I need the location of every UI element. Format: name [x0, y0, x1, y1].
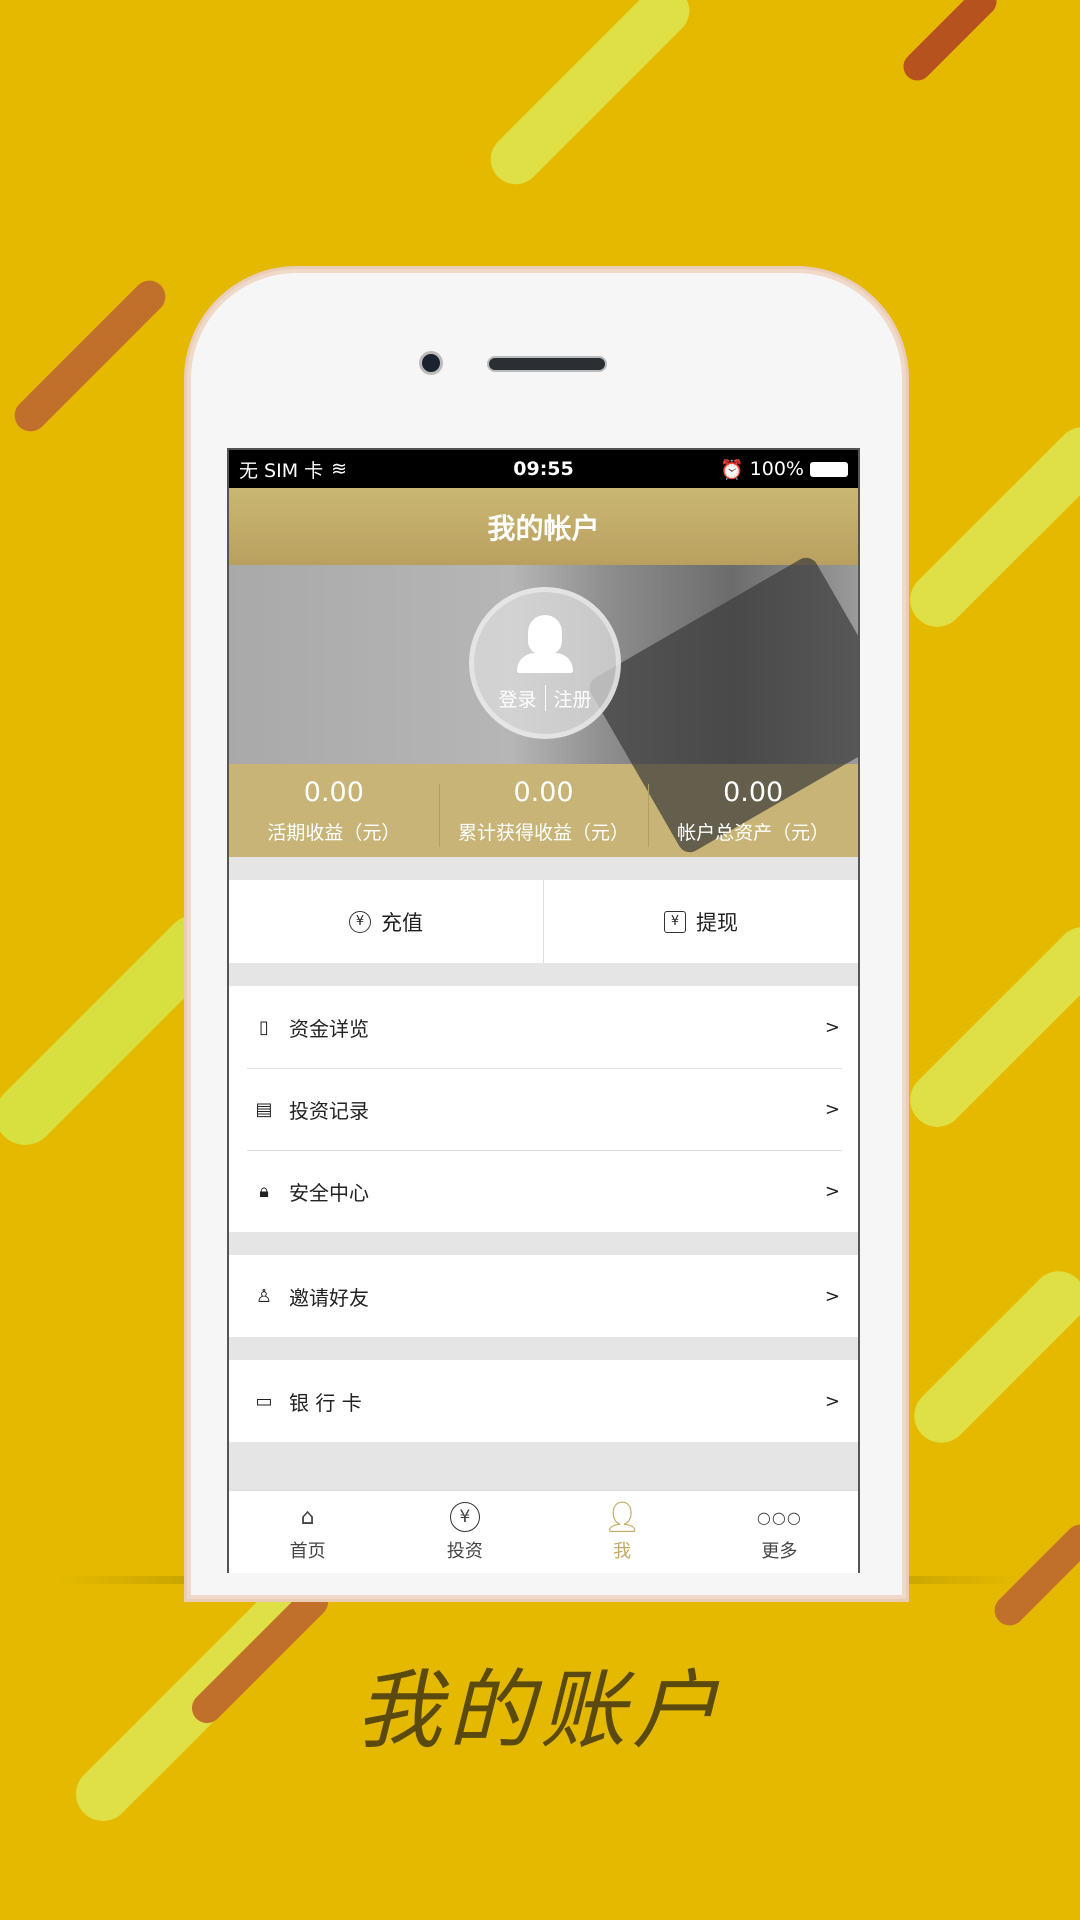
stat-label: 帐户总资产（元）	[677, 821, 830, 844]
menu-label: 投资记录	[289, 1098, 369, 1123]
menu-item-fund-overview[interactable]: ▯ 资金详览 >	[229, 986, 858, 1068]
user-icon	[528, 614, 562, 655]
stat-value: 0.00	[723, 776, 784, 808]
book-icon: ▯	[259, 1016, 269, 1038]
yen-square-icon: ¥	[664, 910, 686, 933]
stat-value: 0.00	[513, 776, 574, 808]
decor-stripe	[898, 915, 1080, 1139]
yen-icon: ¥	[449, 1501, 480, 1533]
divider	[544, 685, 546, 711]
stat-total-income: 0.00 累计获得收益（元）	[438, 764, 649, 857]
stat-label: 活期收益（元）	[267, 821, 401, 844]
speaker-grille	[487, 356, 607, 372]
user-icon: 👤︎	[603, 1499, 642, 1535]
person-icon: ♙	[255, 1285, 273, 1307]
decor-stripe	[988, 1518, 1080, 1632]
chevron-right-icon: >	[824, 1180, 840, 1202]
tab-home[interactable]: ⌂ 首页	[229, 1491, 386, 1573]
chevron-right-icon: >	[824, 1016, 840, 1038]
card-icon: ▭	[255, 1390, 273, 1412]
menu-label: 资金详览	[289, 1016, 369, 1041]
register-link[interactable]: 注册	[554, 685, 592, 712]
decor-stripe	[903, 1260, 1080, 1454]
stat-total-assets: 0.00 帐户总资产（元）	[648, 764, 858, 857]
camera-icon	[419, 351, 443, 375]
page-title: 我的帐户	[229, 488, 858, 565]
status-bar: 无 SIM 卡 ≋ 09:55 ⏰ 100%	[229, 450, 858, 488]
chevron-right-icon: >	[824, 1285, 840, 1307]
chevron-right-icon: >	[824, 1390, 840, 1412]
withdraw-button[interactable]: ¥ 提现	[543, 880, 858, 963]
home-icon: ⌂	[300, 1504, 315, 1530]
more-icon: ○○○	[756, 1507, 802, 1527]
tab-label: 投资	[446, 1541, 483, 1562]
menu-item-bank-card[interactable]: ▭ 银 行 卡 >	[229, 1360, 858, 1442]
menu-label: 银 行 卡	[289, 1390, 362, 1415]
recharge-button[interactable]: ¥ 充值	[229, 880, 543, 963]
avatar[interactable]: 登录 注册	[469, 587, 621, 739]
yen-circle-icon: ¥	[349, 910, 371, 933]
record-icon: ▤	[255, 1098, 273, 1120]
decor-stripe	[7, 273, 173, 439]
tab-label: 更多	[761, 1541, 798, 1562]
profile-banner: 登录 注册	[229, 553, 858, 857]
stat-label: 累计获得收益（元）	[458, 821, 630, 844]
tab-label: 我	[613, 1541, 632, 1562]
tab-me[interactable]: 👤︎ 我	[544, 1491, 701, 1573]
app-screen: 无 SIM 卡 ≋ 09:55 ⏰ 100% 我的帐户 登录 注册 0.00 活期…	[227, 448, 860, 1573]
promo-caption: 我的账户	[356, 1661, 724, 1761]
lock-icon: 🔒︎	[259, 1180, 269, 1202]
menu-group: ♙ 邀请好友 >	[229, 1255, 858, 1337]
stats-bar: 0.00 活期收益（元） 0.00 累计获得收益（元） 0.00 帐户总资产（元）	[229, 764, 858, 857]
stat-current-income: 0.00 活期收益（元）	[229, 764, 439, 857]
tab-more[interactable]: ○○○ 更多	[701, 1491, 858, 1573]
menu-item-security-center[interactable]: 🔒︎ 安全中心 >	[229, 1150, 858, 1232]
user-icon-body	[517, 652, 573, 673]
menu-item-investment-records[interactable]: ▤ 投资记录 >	[229, 1068, 858, 1150]
recharge-label: 充值	[381, 910, 423, 935]
clock: 09:55	[513, 458, 574, 480]
tab-invest[interactable]: ¥ 投资	[386, 1491, 543, 1573]
tab-bar: ⌂ 首页 ¥ 投资 👤︎ 我 ○○○ 更多	[229, 1490, 858, 1573]
menu-item-invite-friends[interactable]: ♙ 邀请好友 >	[229, 1255, 858, 1337]
withdraw-label: 提现	[696, 910, 738, 935]
chevron-right-icon: >	[824, 1098, 840, 1120]
stat-value: 0.00	[303, 776, 364, 808]
login-link[interactable]: 登录	[498, 685, 536, 712]
decor-stripe	[897, 0, 1003, 87]
menu-label: 安全中心	[289, 1180, 369, 1205]
tab-label: 首页	[289, 1541, 326, 1562]
menu-group: ▭ 银 行 卡 >	[229, 1360, 858, 1442]
menu-label: 邀请好友	[289, 1285, 369, 1310]
menu-group: ▯ 资金详览 > ▤ 投资记录 > 🔒︎ 安全中心 >	[229, 986, 858, 1232]
decor-stripe	[480, 0, 700, 195]
decor-stripe	[898, 415, 1080, 639]
